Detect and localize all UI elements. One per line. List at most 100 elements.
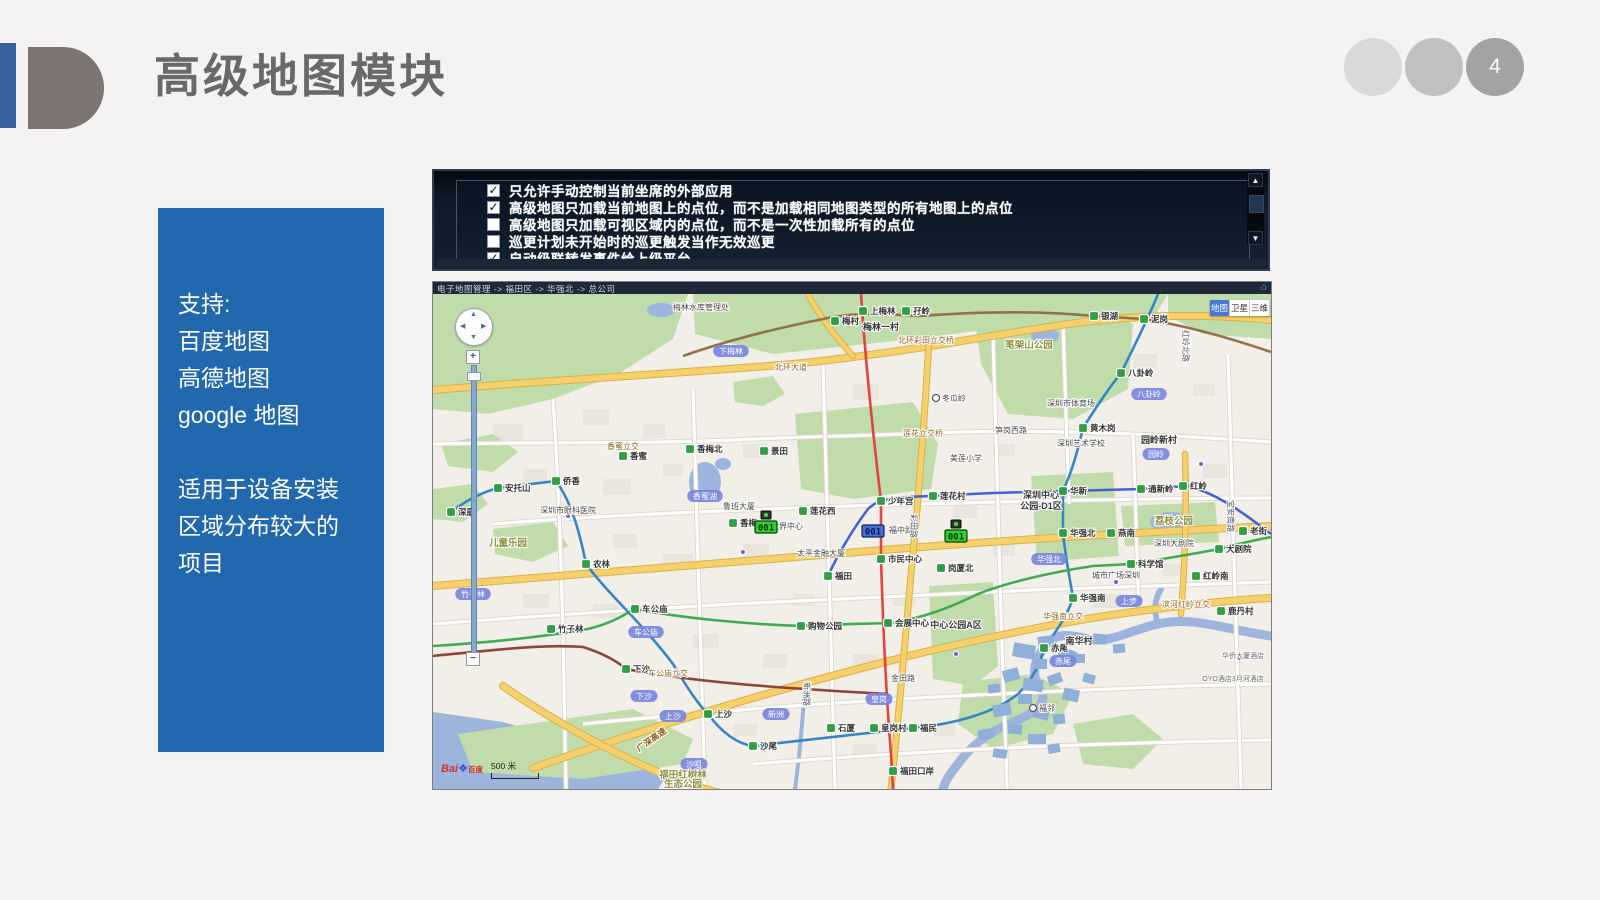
station-label: 会展中心 bbox=[894, 618, 930, 628]
checkbox[interactable] bbox=[487, 218, 500, 231]
metro-station-icon bbox=[859, 307, 868, 316]
pan-left-icon[interactable]: ◀ bbox=[460, 322, 465, 330]
building-block bbox=[1193, 384, 1215, 396]
map-pan-control[interactable]: ▲ ▼ ◀ ▶ bbox=[455, 308, 493, 346]
poi-icon bbox=[1114, 580, 1119, 585]
map-text-label: 笔架山公园 bbox=[1005, 339, 1053, 351]
station-label: 皇岗村 bbox=[881, 723, 907, 733]
station-label: 石厦 bbox=[837, 723, 856, 733]
info-line: 高德地图 bbox=[178, 360, 384, 397]
metro-station-icon bbox=[877, 497, 886, 506]
building-block bbox=[523, 594, 549, 608]
area-pill-label: 下沙 bbox=[636, 692, 652, 701]
station-label: 华新 bbox=[1070, 486, 1088, 496]
metro-station-icon bbox=[870, 724, 879, 733]
station-label: 燕南 bbox=[1118, 528, 1136, 538]
area-pill-label: 赤尾 bbox=[1055, 657, 1071, 666]
map-text-label: 宝安南路 bbox=[1226, 500, 1236, 532]
station-label: 车公庙 bbox=[642, 604, 668, 614]
scroll-down-icon[interactable]: ▼ bbox=[1248, 231, 1263, 245]
station-label: 孖岭 bbox=[913, 306, 931, 316]
bus-stop-icon bbox=[933, 395, 940, 402]
map-text-label: 莲花立交桥 bbox=[903, 428, 943, 438]
metro-station-icon bbox=[1215, 545, 1224, 554]
metro-station-icon bbox=[824, 572, 833, 581]
poi-icon bbox=[954, 652, 959, 657]
station-label: 黄木岗 bbox=[1090, 423, 1116, 433]
area-pill-label: 车公庙 bbox=[634, 627, 658, 637]
page-number-dot: 4 bbox=[1466, 38, 1524, 96]
settings-panel: ✓只允许手动控制当前坐席的外部应用✓高级地图只加载当前地图上的点位，而不是加载相… bbox=[432, 169, 1270, 271]
urban-village-block bbox=[1018, 694, 1032, 704]
station-label: 老街 bbox=[1249, 526, 1268, 536]
map-text-label: 北环彩田立交桥 bbox=[898, 335, 954, 345]
device-camera-lens bbox=[954, 522, 958, 526]
station-label: 红岭南 bbox=[1203, 571, 1229, 581]
checkbox[interactable]: ✓ bbox=[487, 201, 500, 214]
checkbox[interactable] bbox=[487, 235, 500, 248]
pan-right-icon[interactable]: ▶ bbox=[481, 322, 486, 330]
station-label: 岗厦北 bbox=[948, 563, 974, 573]
map-text-label: 南华村 bbox=[1065, 635, 1092, 646]
metro-station-icon bbox=[1069, 594, 1078, 603]
checkbox[interactable]: ✓ bbox=[487, 184, 500, 197]
metro-station-icon bbox=[797, 622, 806, 631]
map-window: 电子地图管理 -> 福田区 -> 华强北 -> 总公司 ⌂ 上梅林孖岭梅村银湖泥… bbox=[432, 281, 1272, 790]
zoom-track[interactable] bbox=[471, 365, 477, 653]
baidu-logo-text: Bai bbox=[441, 763, 458, 775]
map-canvas[interactable]: 上梅林孖岭梅村银湖泥岗深康安托山侨香香蜜香梅北香梅景田莲花西少年宫莲花村福田市民… bbox=[433, 294, 1271, 789]
baidu-logo: Bai❖百度 bbox=[441, 762, 483, 775]
metro-station-icon bbox=[582, 560, 591, 569]
scroll-up-icon[interactable]: ▲ bbox=[1248, 173, 1263, 187]
metro-station-icon bbox=[799, 507, 808, 516]
view-button-三维[interactable]: 三维 bbox=[1250, 300, 1270, 316]
building-block bbox=[583, 409, 609, 425]
zoom-handle[interactable] bbox=[467, 372, 481, 381]
area-pill-label: 皇岗 bbox=[871, 694, 887, 704]
option-label: 高级地图只加载可视区域内的点位，而不是一次性加载所有的点位 bbox=[509, 218, 915, 234]
station-label: 上梅林 bbox=[870, 306, 896, 316]
map-svg[interactable]: 上梅林孖岭梅村银湖泥岗深康安托山侨香香蜜香梅北香梅景田莲花西少年宫莲花村福田市民… bbox=[433, 294, 1271, 789]
baidu-paw-icon: ❖ bbox=[458, 763, 468, 775]
station-label: 景田 bbox=[771, 446, 788, 456]
settings-option-row: ✓只允许手动控制当前坐席的外部应用 bbox=[487, 184, 1249, 201]
station-label: 少年宫 bbox=[887, 496, 914, 506]
metro-station-icon bbox=[760, 447, 769, 456]
scrollbar-thumb[interactable] bbox=[1249, 195, 1264, 213]
pan-down-icon[interactable]: ▼ bbox=[470, 334, 477, 341]
map-text-label: 园岭新村 bbox=[1141, 434, 1177, 445]
map-text-label: 深圳市体育场 bbox=[1047, 398, 1095, 408]
area-pill-label: 上沙 bbox=[665, 712, 681, 721]
area-pill-label: 八卦岭 bbox=[1137, 389, 1161, 399]
logo-accent-bar bbox=[0, 43, 16, 128]
station-label: 泥岗 bbox=[1151, 314, 1168, 324]
map-text-label: 新洲路 bbox=[802, 682, 812, 706]
metro-station-icon bbox=[902, 307, 911, 316]
station-label: 红岭 bbox=[1190, 481, 1208, 491]
page-dot bbox=[1344, 38, 1402, 96]
home-icon[interactable]: ⌂ bbox=[1261, 282, 1267, 294]
pan-up-icon[interactable]: ▲ bbox=[470, 311, 477, 318]
map-zoom-slider[interactable]: + − bbox=[466, 350, 481, 666]
map-text-label: 中心公园A区 bbox=[930, 619, 982, 630]
info-box: 支持:百度地图高德地图google 地图 适用于设备安装区域分布较大的项目 bbox=[158, 208, 384, 752]
urban-village-block bbox=[1028, 734, 1046, 744]
info-line bbox=[178, 434, 384, 471]
urban-village-block bbox=[1033, 659, 1047, 669]
zoom-out-button[interactable]: − bbox=[466, 652, 480, 666]
lake bbox=[715, 458, 731, 470]
map-text-label: 红岭北路 bbox=[1181, 330, 1191, 362]
building-block bbox=[993, 544, 1015, 556]
view-button-卫星[interactable]: 卫星 bbox=[1230, 300, 1250, 316]
settings-option-row: 巡更计划未开始时的巡更触发当作无效巡更 bbox=[487, 235, 1249, 252]
logo-d-shape bbox=[28, 47, 104, 129]
settings-option-row: 高级地图只加载可视区域内的点位，而不是一次性加载所有的点位 bbox=[487, 218, 1249, 235]
scrollbar[interactable]: ▲ ▼ bbox=[1247, 173, 1264, 245]
view-button-地图[interactable]: 地图 bbox=[1210, 300, 1230, 316]
metro-station-icon bbox=[447, 508, 456, 517]
option-label: 巡更计划未开始时的巡更触发当作无效巡更 bbox=[509, 235, 775, 251]
station-label: 华强南 bbox=[1080, 593, 1106, 603]
info-line: 百度地图 bbox=[178, 323, 384, 360]
zoom-in-button[interactable]: + bbox=[466, 350, 480, 364]
building-block bbox=[1133, 354, 1157, 368]
